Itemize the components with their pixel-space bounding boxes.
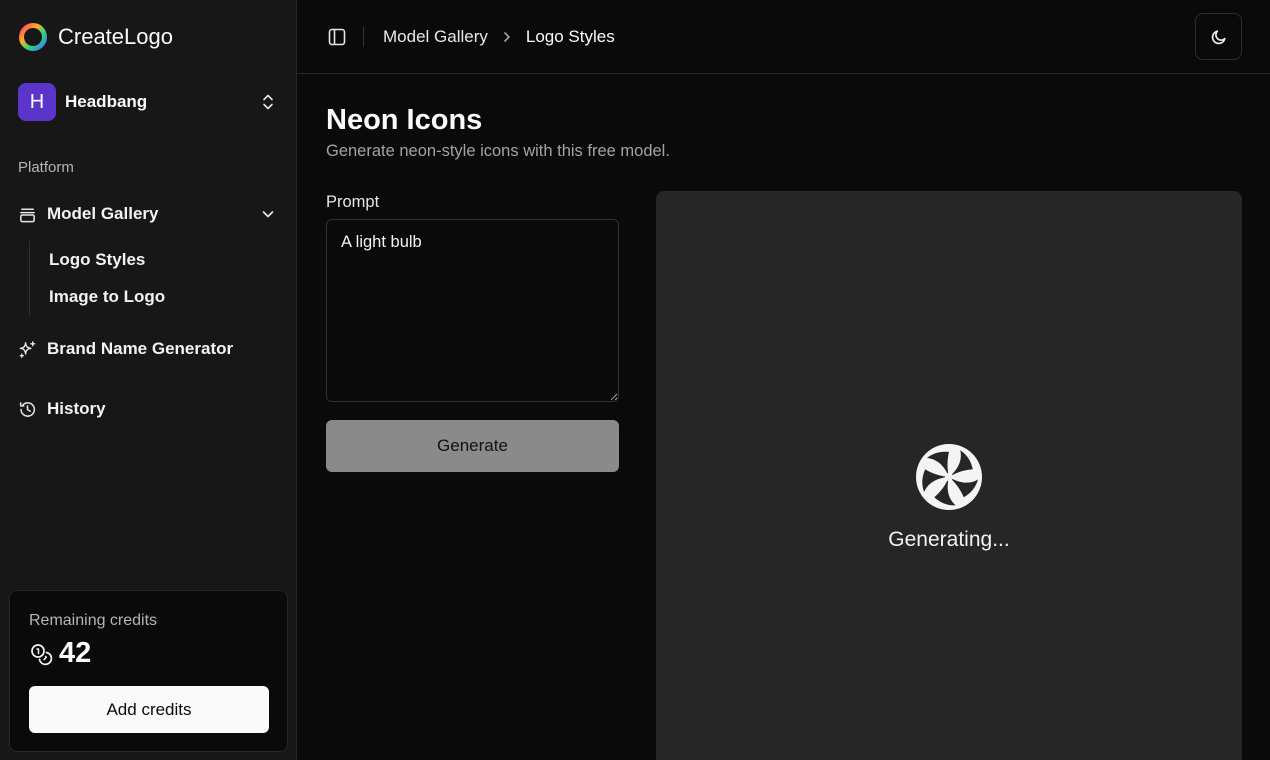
brand[interactable]: CreateLogo — [18, 22, 173, 52]
sidebar-item-label: Model Gallery — [47, 204, 159, 223]
prompt-label: Prompt — [326, 193, 380, 211]
loading-spinner-icon — [916, 444, 982, 510]
history-icon — [19, 401, 36, 417]
generate-button[interactable]: Generate — [326, 420, 619, 472]
team-avatar: H — [18, 83, 56, 121]
preview-panel: Generating... — [656, 191, 1242, 760]
theme-toggle-button[interactable] — [1195, 13, 1242, 60]
sidebar-item-model-gallery[interactable]: Model Gallery — [18, 199, 280, 229]
page-subtitle: Generate neon-style icons with this free… — [326, 142, 670, 160]
sidebar: CreateLogo H Headbang Platform Model Gal… — [0, 0, 297, 760]
sidebar-item-history[interactable]: History — [18, 394, 106, 424]
top-header: Model Gallery Logo Styles — [297, 0, 1270, 74]
gallery-icon — [20, 208, 35, 222]
page-title: Neon Icons — [326, 104, 483, 136]
app-name: CreateLogo — [58, 24, 173, 49]
createlogo-logo-icon — [19, 23, 47, 51]
header-divider — [363, 27, 364, 47]
moon-icon — [1211, 29, 1226, 44]
chevron-right-icon — [504, 32, 510, 42]
chevrons-up-down-icon — [263, 94, 273, 110]
breadcrumb-logo-styles: Logo Styles — [525, 27, 615, 46]
chevron-down-icon — [262, 211, 274, 218]
credits-card: Remaining credits 42 Add credits — [9, 590, 288, 752]
sidebar-item-image-to-logo[interactable]: Image to Logo — [49, 287, 165, 307]
credits-label: Remaining credits — [29, 612, 158, 629]
add-credits-button[interactable]: Add credits — [29, 686, 269, 733]
sidebar-item-logo-styles[interactable]: Logo Styles — [49, 250, 145, 270]
coins-icon — [31, 643, 53, 665]
credits-value: 42 — [59, 637, 92, 669]
breadcrumb: Model Gallery Logo Styles — [383, 27, 615, 47]
team-switcher[interactable]: H Headbang — [18, 83, 280, 121]
sidebar-item-brand-name-generator[interactable]: Brand Name Generator — [18, 334, 233, 364]
sparkles-icon — [19, 340, 36, 358]
sidebar-item-label: History — [47, 399, 106, 418]
team-name: Headbang — [65, 92, 148, 111]
sidebar-toggle-icon[interactable] — [327, 27, 347, 47]
sidebar-item-label: Brand Name Generator — [47, 339, 234, 358]
generating-status: Generating... — [888, 528, 1010, 551]
section-label-platform: Platform — [18, 159, 74, 176]
credits-row: 42 — [29, 637, 91, 670]
prompt-input[interactable]: A light bulb — [326, 219, 619, 402]
breadcrumb-model-gallery[interactable]: Model Gallery — [383, 27, 488, 47]
model-gallery-subnav: Logo Styles Image to Logo — [29, 241, 229, 317]
